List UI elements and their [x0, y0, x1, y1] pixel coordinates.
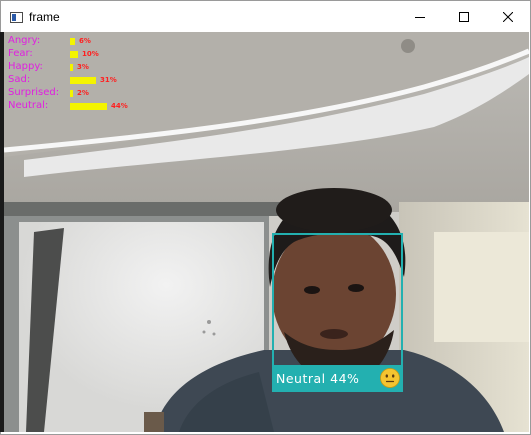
face-label-banner: Neutral 44%	[272, 365, 403, 392]
emotion-bar	[70, 77, 96, 84]
emotion-bar	[70, 103, 107, 110]
emotion-percent: 3%	[77, 63, 89, 71]
minimize-icon	[415, 17, 425, 18]
emotion-bar	[70, 51, 78, 58]
emotion-percent: 44%	[111, 102, 128, 110]
emotion-label: Angry:	[8, 35, 41, 46]
emotion-percent: 2%	[77, 89, 89, 97]
emotion-percent: 6%	[79, 37, 91, 45]
emotion-bar	[70, 90, 73, 97]
app-icon	[10, 11, 23, 23]
window-title: frame	[29, 10, 60, 24]
emotion-percent: 31%	[100, 76, 117, 84]
emotion-percent: 10%	[82, 50, 99, 58]
maximize-icon	[459, 12, 469, 22]
emotion-label: Sad:	[8, 74, 31, 85]
neutral-face-emoji-icon	[380, 368, 400, 388]
close-button[interactable]	[486, 1, 530, 33]
maximize-button[interactable]	[442, 1, 486, 33]
face-label-text: Neutral 44%	[276, 371, 360, 386]
emotion-label: Surprised:	[8, 87, 60, 98]
emotion-bar	[70, 38, 75, 45]
emotion-label: Neutral:	[8, 100, 49, 111]
emotion-label: Fear:	[8, 48, 33, 59]
emotion-bar	[70, 64, 73, 71]
minimize-button[interactable]	[398, 1, 442, 33]
emotion-label: Happy:	[8, 61, 43, 72]
close-icon	[503, 12, 513, 22]
video-frame: Angry: 6% Fear: 10% Happy: 3% Sad: 31% S…	[4, 32, 529, 432]
title-bar[interactable]: frame	[1, 1, 530, 33]
window-controls	[398, 1, 530, 33]
